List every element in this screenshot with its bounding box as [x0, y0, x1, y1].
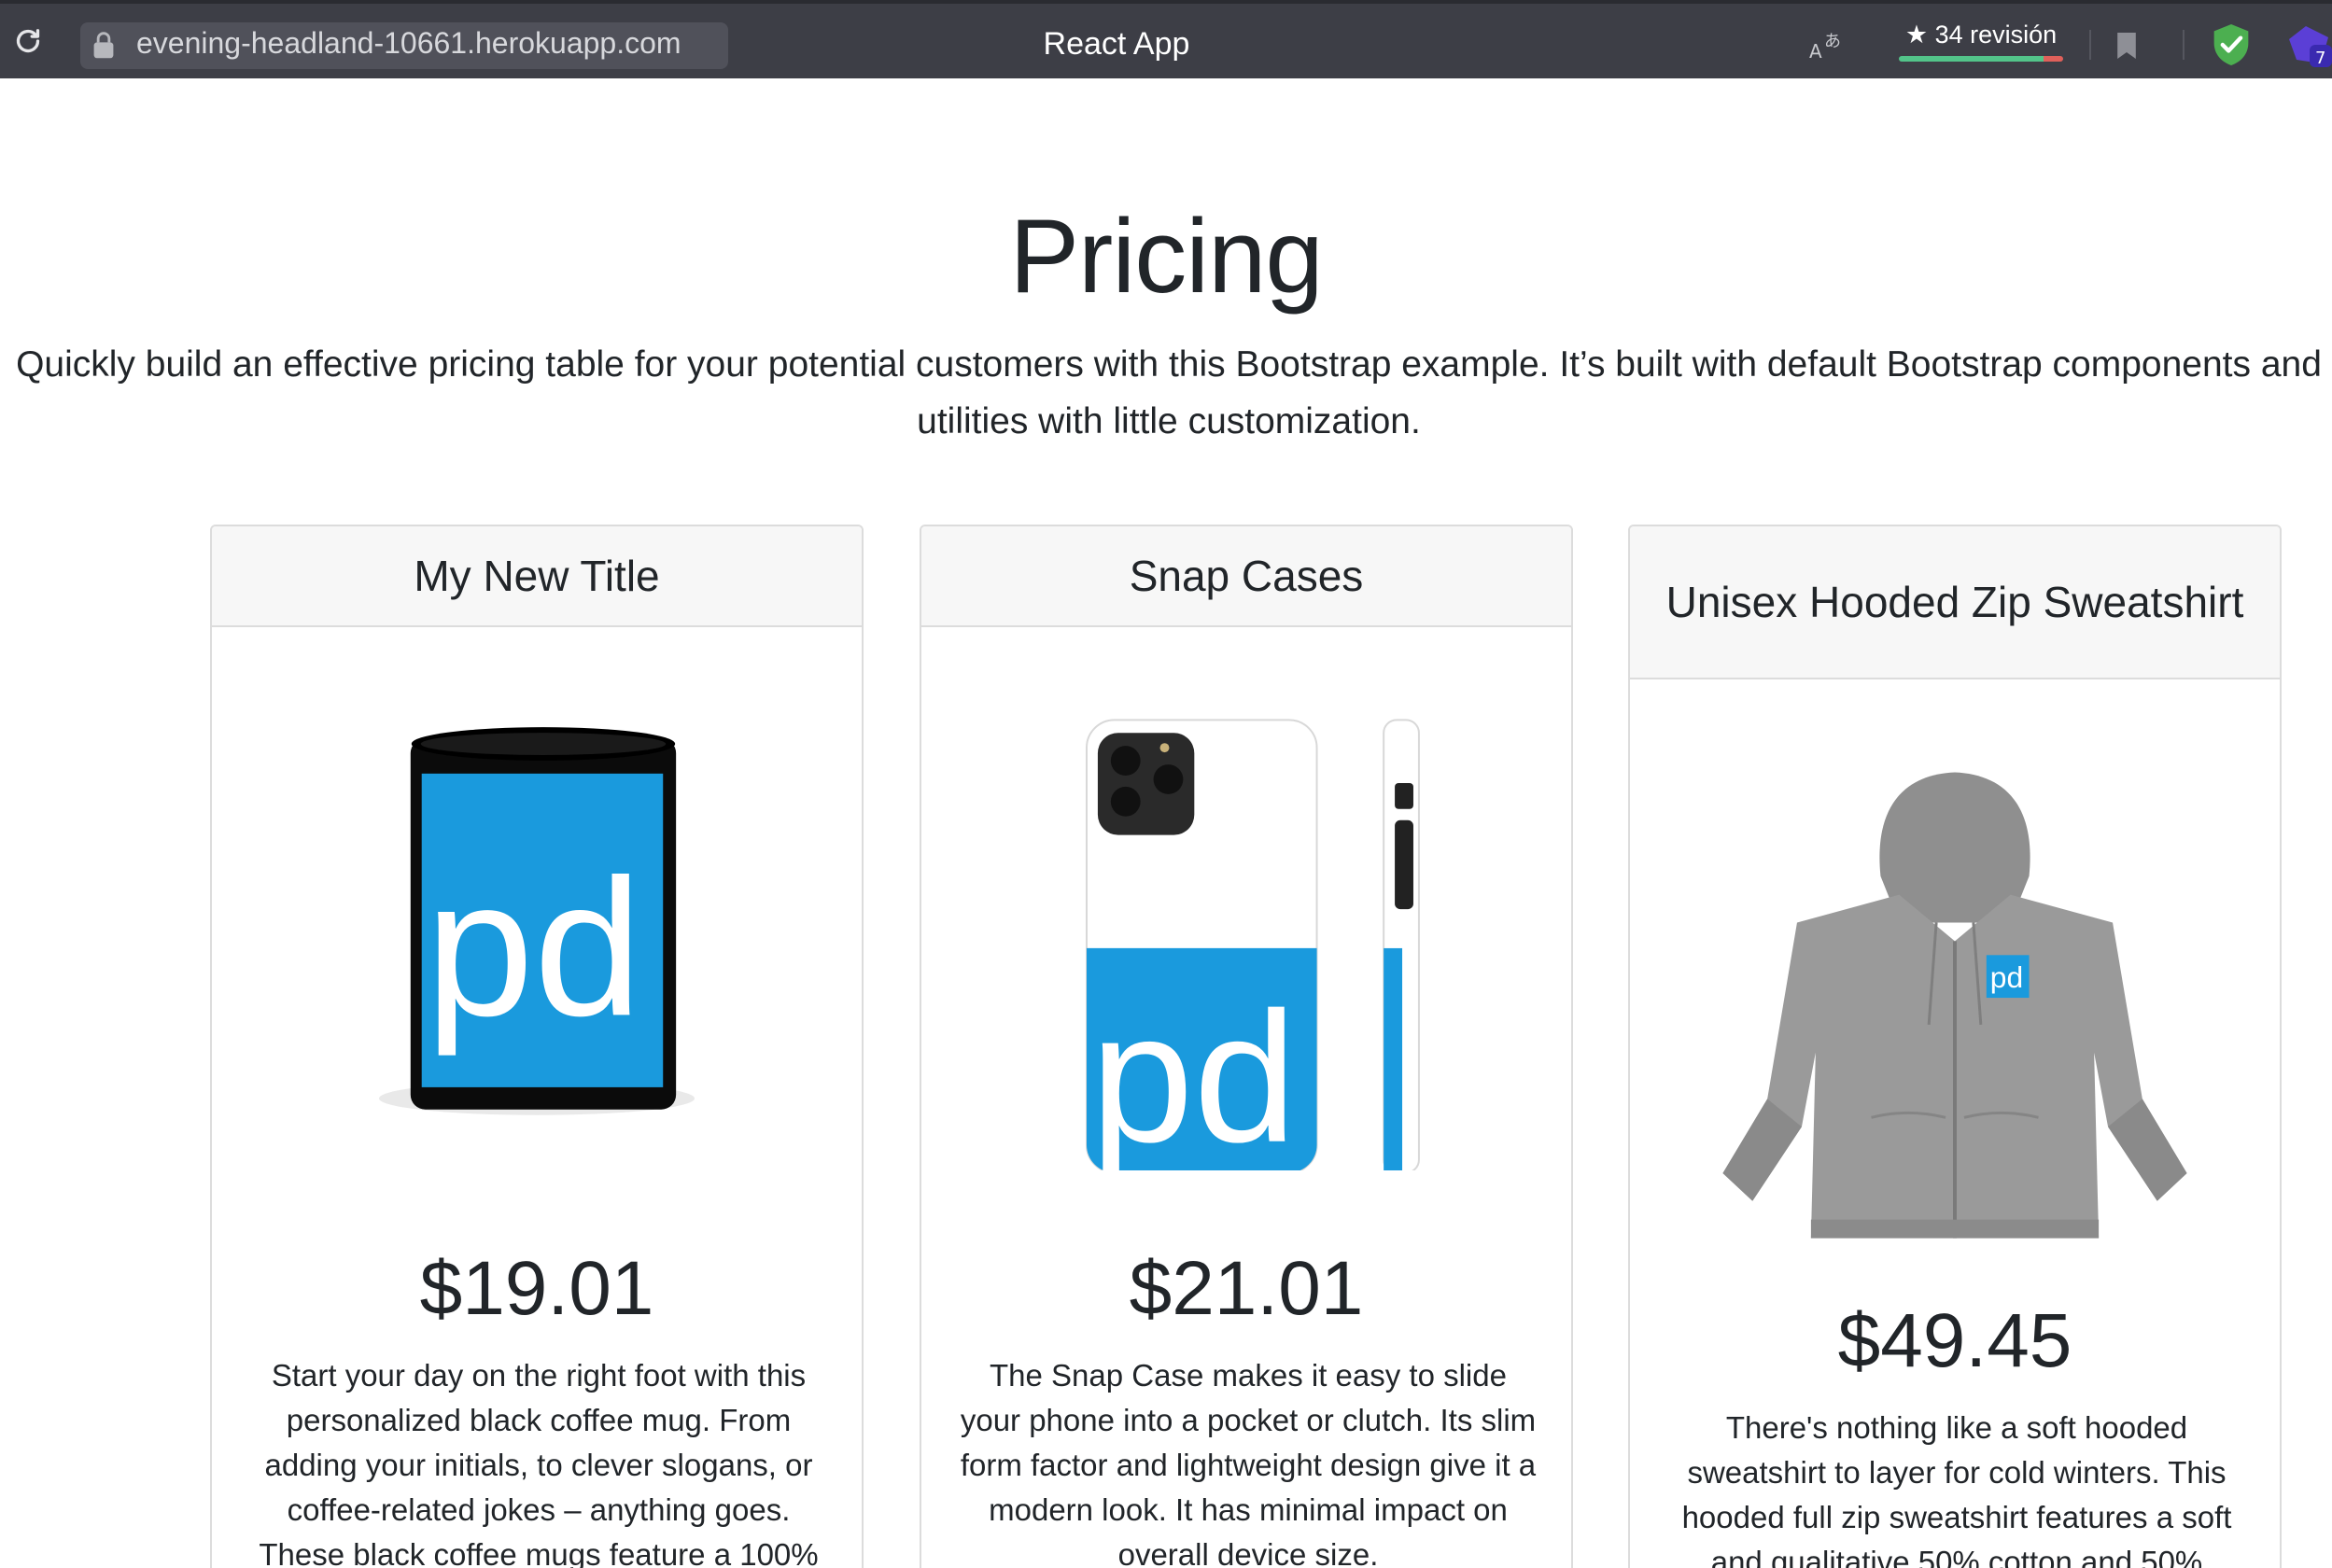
- lead-text: Quickly build an effective pricing table…: [16, 344, 2322, 441]
- product-description: Start your day on the right foot with th…: [259, 1358, 819, 1568]
- reload-icon[interactable]: [11, 24, 45, 58]
- product-description: The Snap Case makes it easy to slide you…: [960, 1358, 1537, 1568]
- shield-check-icon[interactable]: [2211, 22, 2252, 67]
- revision-progress-bar: [1899, 56, 2063, 62]
- browser-toolbar: evening-headland-10661.herokuapp.com Rea…: [0, 0, 2332, 78]
- mug-image[interactable]: pd: [212, 691, 862, 1129]
- toolbar-divider: [2183, 30, 2184, 60]
- card-title: My New Title: [414, 552, 660, 600]
- page-title: Pricing: [1009, 198, 1323, 315]
- toolbar-divider: [2089, 30, 2091, 60]
- product-description: There's nothing like a soft hooded sweat…: [1681, 1410, 2232, 1568]
- revision-badge-label: ★ 34 revisión: [1904, 21, 2058, 49]
- pd-logo-hoodie: pd: [1990, 960, 2023, 994]
- card-header: Unisex Hooded Zip Sweatshirt: [1630, 526, 2280, 679]
- pd-logo-mug: pd: [426, 839, 642, 1057]
- svg-text:あ: あ: [1824, 32, 1841, 51]
- extension-badge-count: 7: [2315, 49, 2325, 67]
- product-card-snap-case: Snap Cases pd $21.01 The Snap Case makes…: [920, 525, 1573, 1568]
- extension-icon[interactable]: 7: [2285, 22, 2332, 67]
- card-header: Snap Cases: [921, 526, 1571, 627]
- price: $49.45: [1837, 1298, 2072, 1383]
- tab-title: React App: [1043, 26, 1190, 62]
- url-text[interactable]: evening-headland-10661.herokuapp.com: [136, 26, 681, 61]
- lock-icon: [93, 32, 114, 59]
- price: $19.01: [419, 1246, 654, 1331]
- revision-badge[interactable]: ★ 34 revisión: [1899, 19, 2063, 62]
- card-title: Snap Cases: [1129, 552, 1364, 600]
- card-title: Unisex Hooded Zip Sweatshirt: [1665, 578, 2244, 626]
- translate-icon[interactable]: A あ: [1807, 26, 1848, 63]
- product-card-mug: My New Title pd $19.01 Start your day on…: [210, 525, 864, 1568]
- hoodie-image[interactable]: pd: [1630, 763, 2280, 1249]
- bookmark-icon[interactable]: [2114, 30, 2140, 62]
- pd-logo-case: pd: [1090, 974, 1297, 1170]
- price: $21.01: [1129, 1246, 1364, 1331]
- product-card-hoodie: Unisex Hooded Zip Sweatshirt pd $49.45 T…: [1628, 525, 2282, 1568]
- phone-case-image[interactable]: pd: [921, 704, 1571, 1170]
- svg-text:A: A: [1809, 40, 1822, 63]
- card-header: My New Title: [212, 526, 862, 627]
